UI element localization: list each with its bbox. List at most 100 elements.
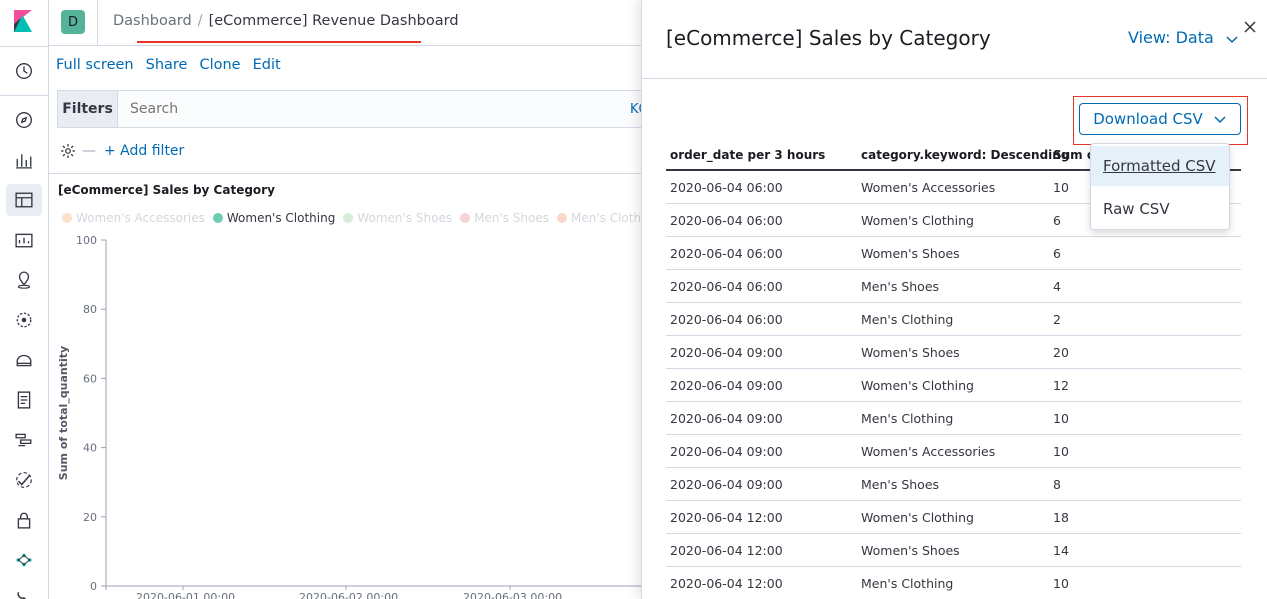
y-tick-label: 20 — [83, 511, 97, 524]
filters-button[interactable]: Filters — [58, 91, 118, 127]
graph-icon[interactable] — [14, 550, 34, 570]
edit-link[interactable]: Edit — [253, 57, 281, 73]
recently-viewed-icon[interactable] — [14, 61, 34, 81]
cell-category: Women's Shoes — [861, 246, 960, 261]
maps-icon[interactable] — [14, 270, 34, 290]
cell-sum: 4 — [1053, 279, 1061, 294]
cell-sum: 10 — [1053, 411, 1069, 426]
download-csv-button[interactable]: Download CSV — [1079, 103, 1241, 135]
machine-learning-icon[interactable] — [14, 310, 34, 330]
panel-title: [eCommerce] Sales by Category — [58, 183, 275, 197]
cell-order-date: 2020-06-04 09:00 — [670, 477, 783, 492]
cell-sum: 10 — [1053, 180, 1069, 195]
legend-item[interactable]: Men's Shoes — [460, 211, 549, 225]
y-tick-label: 60 — [83, 372, 97, 385]
y-tick-label: 100 — [76, 234, 97, 247]
clone-link[interactable]: Clone — [199, 57, 240, 73]
view-label: View: Data — [1128, 28, 1214, 47]
dev-tools-icon[interactable] — [14, 588, 34, 599]
cell-sum: 10 — [1053, 576, 1069, 591]
cell-order-date: 2020-06-04 06:00 — [670, 246, 783, 261]
download-csv-label: Download CSV — [1093, 110, 1203, 128]
cell-order-date: 2020-06-04 12:00 — [670, 510, 783, 525]
legend-swatch — [212, 213, 223, 223]
cell-sum: 18 — [1053, 510, 1069, 525]
table-row: 2020-06-04 09:00 Men's Shoes 8 — [666, 468, 1241, 501]
view-data-dropdown[interactable]: View: Data — [1128, 28, 1239, 47]
x-tick-label: 2020-06-01 00:00 — [136, 591, 235, 599]
siem-lock-icon[interactable] — [14, 510, 34, 530]
y-tick-label: 0 — [90, 580, 97, 593]
visualize-icon[interactable] — [14, 150, 34, 170]
filter-separator: — — [82, 143, 96, 159]
discover-icon[interactable] — [14, 110, 34, 130]
cell-sum: 6 — [1053, 246, 1061, 261]
legend-item[interactable]: Women's Accessories — [62, 211, 205, 225]
cell-category: Women's Clothing — [861, 510, 974, 525]
breadcrumb-current: [eCommerce] Revenue Dashboard — [208, 13, 459, 29]
column-header-order-date[interactable]: order_date per 3 hours — [670, 148, 825, 162]
logs-icon[interactable] — [14, 390, 34, 410]
breadcrumb-dashboard[interactable]: Dashboard — [113, 13, 192, 29]
apm-icon[interactable] — [14, 430, 34, 450]
kibana-logo-icon[interactable] — [12, 10, 34, 32]
cell-order-date: 2020-06-04 06:00 — [670, 312, 783, 327]
canvas-icon[interactable] — [14, 230, 34, 250]
legend-item[interactable]: Women's Clothing — [212, 211, 336, 225]
area-chart: 0 20 40 60 80 100 2020-06-01 00:00 2020-06-02 0… — [57, 234, 641, 599]
add-filter-button[interactable]: + Add filter — [104, 143, 184, 159]
x-tick-label: 2020-06-03 00:00 — [463, 591, 562, 599]
breadcrumb: Dashboard / [eCommerce] Revenue Dashboard — [113, 13, 459, 29]
cell-order-date: 2020-06-04 09:00 — [670, 378, 783, 393]
query-bar: Filters KQL — [57, 90, 657, 128]
table-row: 2020-06-04 12:00 Men's Clothing 10 — [666, 567, 1241, 599]
cell-sum: 6 — [1053, 213, 1061, 228]
side-nav — [0, 0, 49, 599]
share-link[interactable]: Share — [146, 57, 188, 73]
chevron-down-icon — [1226, 35, 1238, 43]
space-avatar[interactable]: D — [61, 10, 85, 34]
legend-label: Women's Clothing — [226, 211, 336, 225]
cell-category: Men's Clothing — [861, 576, 954, 591]
full-screen-link[interactable]: Full screen — [56, 57, 134, 73]
table-row: 2020-06-04 09:00 Women's Clothing 12 — [666, 369, 1241, 402]
legend-label: Men's Shoes — [474, 211, 549, 225]
table-row: 2020-06-04 12:00 Women's Clothing 18 — [666, 501, 1241, 534]
legend-swatch — [343, 213, 354, 223]
cell-order-date: 2020-06-04 12:00 — [670, 543, 783, 558]
nav-divider — [0, 95, 49, 96]
cell-category: Women's Clothing — [861, 213, 974, 228]
cell-category: Women's Shoes — [861, 345, 960, 360]
cell-category: Men's Shoes — [861, 279, 940, 294]
uptime-icon[interactable] — [14, 470, 34, 490]
cell-category: Men's Clothing — [861, 411, 954, 426]
breadcrumb-separator: / — [197, 13, 203, 29]
breadcrumb-highlight — [137, 41, 421, 43]
cell-category: Men's Shoes — [861, 477, 940, 492]
table-row: 2020-06-04 06:00 Men's Clothing 2 — [666, 303, 1241, 336]
cell-sum: 2 — [1053, 312, 1061, 327]
dashboard-icon[interactable] — [14, 190, 34, 210]
cell-category: Women's Accessories — [861, 180, 996, 195]
raw-csv-option[interactable]: Raw CSV — [1091, 189, 1229, 229]
cell-order-date: 2020-06-04 09:00 — [670, 411, 783, 426]
filter-row: — + Add filter — [60, 143, 184, 159]
flyout-title: [eCommerce] Sales by Category — [666, 26, 991, 50]
gear-icon[interactable] — [60, 143, 76, 159]
legend-swatch — [62, 213, 72, 223]
infrastructure-icon[interactable] — [14, 350, 34, 370]
column-header-category[interactable]: category.keyword: Descending — [861, 148, 1069, 162]
legend-swatch — [557, 213, 567, 223]
cell-order-date: 2020-06-04 06:00 — [670, 213, 783, 228]
formatted-csv-option[interactable]: Formatted CSV — [1091, 146, 1229, 186]
legend-item[interactable]: Women's Shoes — [343, 211, 452, 225]
chart-legend: Women's Accessories Women's Clothing Women… — [62, 211, 690, 225]
cell-sum: 10 — [1053, 444, 1069, 459]
table-row: 2020-06-04 12:00 Women's Shoes 14 — [666, 534, 1241, 567]
cell-order-date: 2020-06-04 12:00 — [670, 576, 783, 591]
cell-sum: 8 — [1053, 477, 1061, 492]
close-icon[interactable] — [1243, 20, 1257, 34]
search-input[interactable] — [130, 101, 610, 117]
y-axis-title: Sum of total_quantity — [57, 346, 70, 480]
y-tick-label: 80 — [83, 303, 97, 316]
